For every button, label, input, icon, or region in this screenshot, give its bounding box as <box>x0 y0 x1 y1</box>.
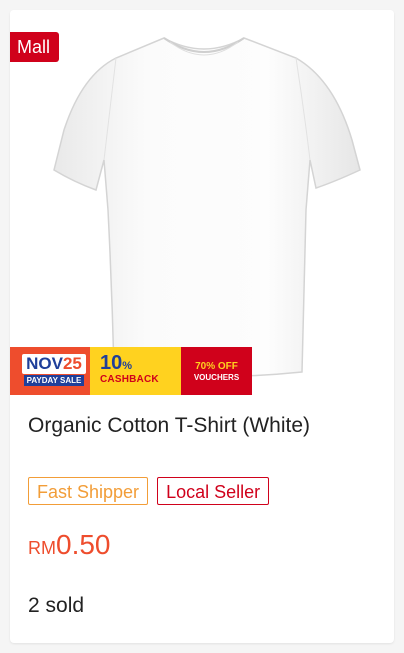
product-image-area[interactable]: Mall NOV25 PAYDAY SALE 10% CASHBACK 70% … <box>10 10 394 395</box>
promo-payday-label: PAYDAY SALE <box>24 375 84 386</box>
promo-voucher-label: VOUCHERS <box>193 373 240 382</box>
promo-nov25: NOV25 PAYDAY SALE <box>10 347 90 395</box>
promo-voucher: 70% OFF VOUCHERS <box>181 347 252 395</box>
product-image <box>53 37 361 378</box>
promo-cashback: 10% CASHBACK <box>90 347 181 395</box>
promo-voucher-off: 70% OFF <box>195 361 238 372</box>
tag-fast-shipper: Fast Shipper <box>28 477 149 505</box>
product-tags: Fast Shipper Local Seller <box>28 477 270 505</box>
product-title[interactable]: Organic Cotton T-Shirt (White) <box>28 412 378 440</box>
product-card[interactable]: Mall NOV25 PAYDAY SALE 10% CASHBACK 70% … <box>10 10 394 643</box>
mall-badge: Mall <box>10 32 60 62</box>
price-amount: 0.50 <box>56 529 111 560</box>
price-currency: RM <box>28 538 56 558</box>
promo-banner: NOV25 PAYDAY SALE 10% CASHBACK 70% OFF V… <box>10 347 252 395</box>
tag-local-seller: Local Seller <box>157 477 270 505</box>
product-price: RM0.50 <box>28 529 111 561</box>
mall-badge-label: Mall <box>17 37 51 57</box>
promo-cashback-label: CASHBACK <box>100 374 159 385</box>
sold-count: 2 sold <box>28 594 85 617</box>
promo-nov-logo: NOV25 <box>22 354 86 374</box>
